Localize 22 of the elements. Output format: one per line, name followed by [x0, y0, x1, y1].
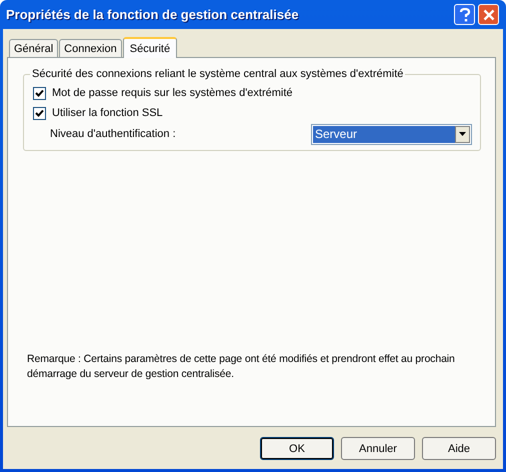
auth-level-dropdown[interactable]: Serveur [311, 124, 472, 144]
help-icon [458, 8, 470, 22]
dropdown-value: Serveur [313, 126, 455, 142]
dialog-button[interactable]: OK [260, 437, 334, 460]
caret-icon [459, 132, 466, 136]
window-title: Propriétés de la fonction de gestion centralisée [6, 7, 300, 22]
dropdown-arrow-button[interactable] [455, 126, 470, 142]
close-button[interactable] [478, 4, 499, 25]
tab[interactable]: Sécurité [122, 37, 178, 58]
note-text: Remarque : Certains paramètres de cette page ont été modifiés et prendront effet au prochain démarrage du serveur de gestion centralisée. [26, 352, 456, 382]
auth-level-label: Niveau d'authentification : [50, 128, 176, 140]
dialog-button[interactable]: Annuler [341, 437, 415, 460]
dialog-button[interactable]: Aide [422, 437, 496, 460]
tab[interactable]: Général [9, 39, 58, 57]
help-button[interactable] [454, 4, 475, 25]
checkbox-label: Utiliser la fonction SSL [52, 107, 163, 119]
checkbox-label: Mot de passe requis sur les systèmes d'extrémité [52, 87, 293, 99]
checkbox[interactable] [33, 86, 46, 100]
checkbox[interactable] [33, 106, 46, 120]
close-icon [482, 8, 494, 20]
group-title: Sécurité des connexions reliant le système central aux systèmes d'extrémité [31, 68, 404, 80]
tab[interactable]: Connexion [59, 39, 122, 57]
